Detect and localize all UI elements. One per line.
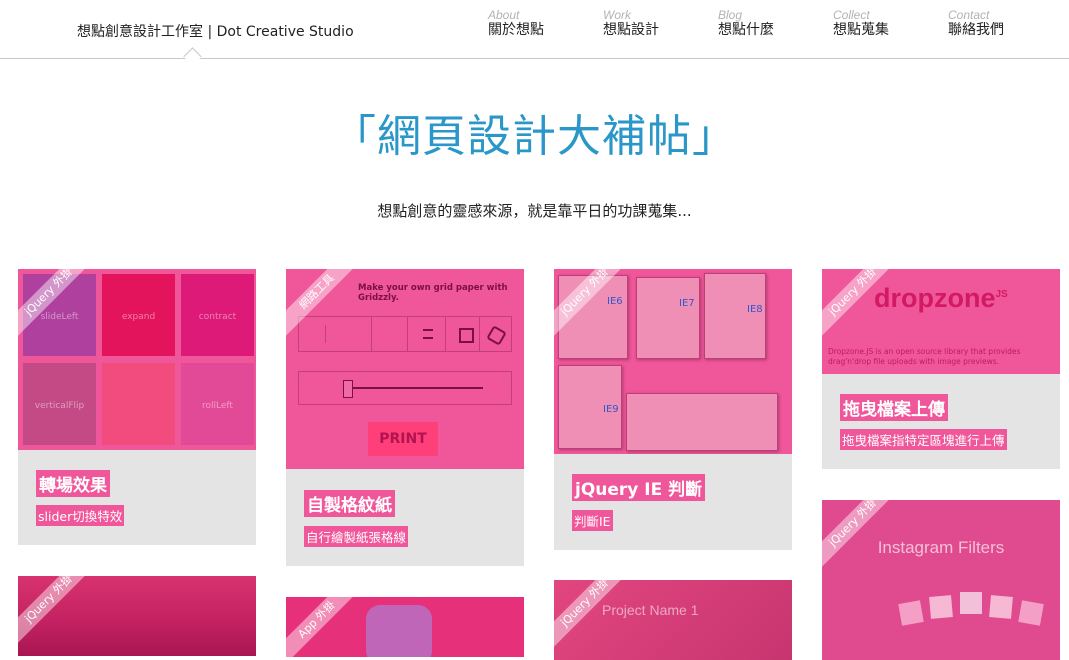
site-header: 想點創意設計工作室 | Dot Creative Studio About 關於… — [0, 0, 1069, 66]
nav-work[interactable]: Work 想點設計 — [603, 8, 693, 38]
tile: contract — [181, 274, 254, 356]
nav-about-en: About — [488, 8, 520, 22]
nav-blog[interactable]: Blog 想點什麼 — [718, 8, 808, 38]
nav-work-en: Work — [603, 8, 631, 22]
card-jquery-ie[interactable]: IE6 IE7 IE8 IE9 jQuery 外掛 jQuery IE 判斷 判… — [554, 269, 792, 550]
ie-version-label: IE6 — [607, 296, 623, 307]
thumb-overlay-text: Instagram Filters — [877, 538, 1005, 557]
card-description: 拖曳檔案指特定區塊進行上傳 — [840, 429, 1007, 450]
dropzone-logo-text: dropzone — [874, 283, 996, 313]
nav-collect[interactable]: Collect 想點蒐集 — [833, 8, 923, 38]
nav-about-zh: 關於想點 — [488, 22, 544, 38]
nav-collect-en: Collect — [833, 8, 870, 22]
thumb-overlay-text: Project Name 1 — [602, 602, 699, 618]
tile-label: verticalFlip — [34, 401, 85, 411]
dialog-window — [626, 393, 778, 451]
card-instagram-filters[interactable]: Instagram Filters jQuery 外掛 — [822, 500, 1060, 660]
tile: rollLeft — [181, 363, 254, 445]
active-indicator — [183, 47, 202, 66]
page-subtitle: 想點創意的靈感來源，就是靠平日的功課蒐集... — [377, 202, 692, 220]
card-transition[interactable]: slideLeft expand contract verticalFlip r… — [18, 269, 256, 545]
filter-previews — [898, 590, 1050, 630]
ie-version-label: IE8 — [747, 304, 763, 315]
nav-collect-zh: 想點蒐集 — [833, 22, 889, 38]
dialog-window: IE9 — [558, 365, 622, 449]
card-title: jQuery IE 判斷 — [572, 474, 706, 501]
nav-blog-zh: 想點什麼 — [718, 22, 774, 38]
card-row2-3[interactable]: Project Name 1 jQuery 外掛 — [554, 580, 792, 660]
card-title: 轉場效果 — [36, 470, 110, 497]
ie-version-label: IE9 — [603, 404, 619, 415]
dropzone-blurb: Dropzone.JS is an open source library th… — [828, 347, 1021, 366]
thumb-headline: Make your own grid paper with Gridzzly. — [358, 283, 508, 303]
tile-label: contract — [198, 312, 237, 322]
tile-label: rollLeft — [202, 401, 233, 411]
ie-version-label: IE7 — [679, 298, 695, 309]
app-icon — [366, 605, 432, 657]
print-button: PRINT — [368, 422, 438, 456]
card-description: 判斷IE — [572, 510, 613, 531]
dropzone-logo: dropzoneJS — [874, 283, 1008, 314]
nav-blog-en: Blog — [718, 8, 743, 22]
tile — [102, 363, 175, 445]
grid-style-picker — [298, 316, 512, 352]
card-description: slider切換特效 — [36, 505, 125, 526]
grid-size-slider — [298, 371, 512, 405]
nav-contact[interactable]: Contact 聯絡我們 — [948, 8, 1038, 38]
dialog-window: IE8 — [704, 273, 766, 359]
dialog-window: IE7 — [636, 277, 700, 359]
card-grid-paper[interactable]: Make your own grid paper with Gridzzly. … — [286, 269, 524, 566]
nav-contact-zh: 聯絡我們 — [948, 22, 1004, 38]
nav-contact-en: Contact — [948, 8, 990, 22]
card-row2-1[interactable]: jQuery 外掛 — [18, 576, 256, 656]
card-title: 自製格紋紙 — [304, 490, 395, 517]
nav-about[interactable]: About 關於想點 — [488, 8, 578, 38]
card-row2-2[interactable]: App 外掛 — [286, 597, 524, 657]
brand-logo[interactable]: 想點創意設計工作室 | Dot Creative Studio — [77, 21, 354, 41]
card-description: 自行繪製紙張格線 — [304, 526, 409, 547]
tile: expand — [102, 274, 175, 356]
card-dropzone[interactable]: dropzoneJS Dropzone.JS is an open source… — [822, 269, 1060, 469]
tile-label: expand — [121, 312, 156, 322]
nav-work-zh: 想點設計 — [603, 22, 659, 38]
card-title: 拖曳檔案上傳 — [840, 394, 948, 421]
tile: verticalFlip — [23, 363, 96, 445]
page-title: 「網頁設計大補帖」 — [332, 111, 737, 162]
dropzone-logo-suffix: JS — [995, 289, 1008, 300]
